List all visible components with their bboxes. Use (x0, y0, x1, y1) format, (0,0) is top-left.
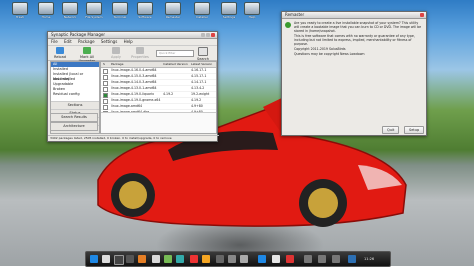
sidebar-extra-buttons: Search Results Architecture (50, 113, 98, 131)
editor-icon[interactable] (164, 255, 172, 263)
reload-icon (56, 47, 64, 54)
window-button[interactable] (228, 255, 236, 263)
desktop-icon-remaster[interactable]: Remaster (163, 2, 183, 19)
desktop-icon-help[interactable]: Help (242, 2, 262, 19)
info-icon (285, 22, 291, 28)
apply-icon (112, 47, 120, 54)
minimize-icon[interactable] (201, 33, 205, 37)
menu-bar: File Edit Package Settings Help (48, 39, 217, 46)
battery-icon[interactable] (332, 255, 340, 263)
quick-filter-input[interactable]: Quick filter (156, 50, 194, 57)
close-icon[interactable] (211, 33, 215, 37)
col-latest[interactable]: Latest Version (191, 62, 212, 67)
filter-item-residual[interactable]: Residual config (51, 92, 99, 97)
quit-button[interactable]: Quit (382, 126, 400, 134)
search-results-button[interactable]: Search Results (50, 113, 98, 122)
volume-icon[interactable] (304, 255, 312, 263)
col-status[interactable]: S (103, 62, 105, 67)
menu-file[interactable]: File (51, 39, 58, 44)
desktop-icon-software[interactable]: Software (135, 2, 155, 19)
filter-list: All Installed Installed (local or obsole… (51, 62, 99, 101)
synaptic-titlebar[interactable]: Synaptic Package Manager (48, 32, 217, 39)
search-icon (198, 47, 208, 56)
window-button[interactable] (240, 255, 248, 263)
search-button[interactable]: Search (191, 47, 215, 61)
reload-button[interactable]: Reload (48, 47, 72, 59)
menu-edit[interactable]: Edit (64, 39, 72, 44)
clock[interactable]: 11:26 (364, 255, 374, 263)
intro-text: Are you ready to create a live installab… (294, 21, 422, 33)
properties-button[interactable]: Properties (128, 47, 152, 59)
architecture-button[interactable]: Architecture (50, 122, 98, 131)
window-title: Synaptic Package Manager (51, 32, 105, 37)
desktop-icon-network[interactable]: Network (60, 2, 80, 19)
desktop-icon-installer[interactable]: Installer (192, 2, 212, 19)
package-description-pane (101, 112, 216, 133)
close-icon[interactable] (420, 13, 424, 17)
questions-text: Questions may be copyright News Lowdown (294, 52, 365, 56)
remaster-dialog: Remaster Are you ready to create a live … (281, 11, 427, 136)
menu-help[interactable]: Help (124, 39, 133, 44)
setup-button[interactable]: Setup (404, 126, 425, 134)
desktop-icon-home[interactable]: Home (36, 2, 56, 19)
copyright-text: Copyright 2011-2019 SolusBirds (294, 47, 346, 51)
menu-package[interactable]: Package (78, 39, 95, 44)
warranty-text: This is free software that comes with no… (294, 34, 415, 46)
toolbar: Reload Mark All Upgrades Apply Propertie… (48, 46, 217, 63)
menu-settings[interactable]: Settings (101, 39, 117, 44)
app-icon-red[interactable] (190, 255, 198, 263)
firefox-icon[interactable] (202, 255, 210, 263)
col-package[interactable]: Package (111, 62, 123, 67)
package-table: S Package Installed Version Latest Versi… (100, 61, 217, 134)
terminal-icon[interactable] (114, 255, 124, 265)
desktop-icon-terminal[interactable]: Terminal (110, 2, 130, 19)
browser-icon[interactable] (138, 255, 146, 263)
dialog-message: Are you ready to create a live installab… (294, 21, 423, 57)
desktop-icon-filesystem[interactable]: File System (84, 2, 104, 19)
desktop-icon-trash[interactable]: Trash (10, 2, 30, 19)
window-button[interactable] (216, 255, 224, 263)
properties-icon (136, 47, 144, 54)
apply-button[interactable]: Apply (104, 47, 128, 59)
status-bar: 3402 packages listed, 2505 installed, 0 … (48, 135, 219, 141)
tray-icon[interactable] (348, 255, 356, 263)
taskbar: 11:26 (85, 251, 391, 267)
sections-button[interactable]: Sections (51, 101, 99, 109)
col-installed[interactable]: Installed Version (163, 62, 188, 67)
desktop-icon-settings[interactable]: Settings (219, 2, 239, 19)
upgrade-icon (83, 47, 91, 54)
maximize-icon[interactable] (206, 33, 210, 37)
remaster-titlebar[interactable]: Remaster (282, 12, 426, 19)
menu-icon[interactable] (90, 255, 98, 263)
document-icon[interactable] (272, 255, 280, 263)
mail-icon[interactable] (152, 255, 160, 263)
dialog-title: Remaster (285, 12, 305, 17)
app-icon-blue[interactable] (258, 255, 266, 263)
settings-icon[interactable] (176, 255, 184, 263)
files-icon[interactable] (102, 255, 110, 263)
network-icon[interactable] (318, 255, 326, 263)
app-icon[interactable] (126, 255, 134, 263)
app-icon-red-2[interactable] (286, 255, 294, 263)
